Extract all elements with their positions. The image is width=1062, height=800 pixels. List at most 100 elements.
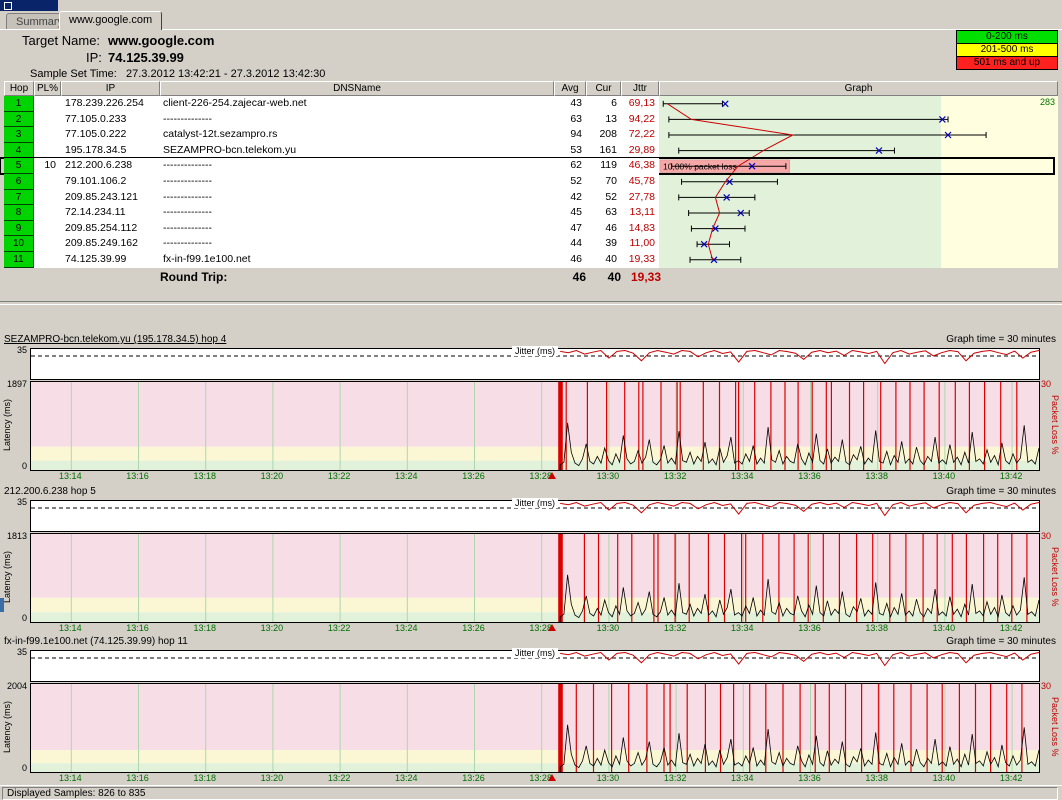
cur-cell: 70 (586, 174, 621, 190)
time-tick-label: 13:32 (664, 623, 687, 633)
pingplotter-window: Summary www.google.com Target Name: www.… (0, 0, 1062, 800)
time-tick-label: 13:38 (865, 471, 888, 481)
displayed-samples-status: Displayed Samples: 826 to 835 (2, 787, 1058, 800)
time-tick-label: 13:32 (664, 773, 687, 783)
dns-cell: fx-in-f99.1e100.net (160, 252, 554, 268)
ip-cell: 77.105.0.233 (61, 112, 160, 128)
dns-cell: -------------- (160, 190, 554, 206)
hop-row-3[interactable]: 377.105.0.222catalyst-12t.sezampro.rs942… (0, 127, 1054, 143)
hop-row-10[interactable]: 10209.85.249.162--------------443911,00 (0, 236, 1054, 252)
column-header-avg[interactable]: Avg (554, 81, 586, 96)
pl-cell (34, 112, 61, 128)
round-trip-avg: 46 (548, 270, 586, 284)
tab-www-google-com[interactable]: www.google.com (59, 11, 162, 30)
graph-time-label: Graph time = 30 minutes (946, 486, 1056, 497)
jttr-cell: 13,11 (621, 205, 659, 221)
hop-cell: 7 (4, 190, 34, 206)
time-tick-label: 13:20 (261, 471, 284, 481)
jttr-cell: 14,83 (621, 221, 659, 237)
pl-cell (34, 127, 61, 143)
pl-cell: 10 (34, 158, 61, 174)
latency-plot-canvas (31, 684, 1039, 772)
latency-plot[interactable] (30, 381, 1040, 471)
time-tick-label: 13:14 (59, 471, 82, 481)
hop-row-7[interactable]: 7209.85.243.121--------------425227,78 (0, 190, 1054, 206)
ip-label: IP: (86, 50, 102, 65)
time-tick-label: 13:14 (59, 773, 82, 783)
legend-red-label: 501 ms and up (974, 57, 1040, 68)
ip-cell: 79.101.106.2 (61, 174, 160, 190)
column-header-jttr[interactable]: Jttr (621, 81, 659, 96)
column-header-hop[interactable]: Hop (4, 81, 34, 96)
cur-cell: 52 (586, 190, 621, 206)
dns-cell: SEZAMPRO-bcn.telekom.yu (160, 143, 554, 159)
column-header-graph[interactable]: Graph (659, 81, 1058, 96)
column-header-dnsname[interactable]: DNSName (160, 81, 554, 96)
jttr-cell: 46,38 (621, 158, 659, 174)
time-tick-label: 13:40 (933, 471, 956, 481)
hop-row-2[interactable]: 277.105.0.233--------------631394,22 (0, 112, 1054, 128)
hop-cell: 1 (4, 96, 34, 112)
column-header-ip[interactable]: IP (61, 81, 160, 96)
avg-cell: 43 (554, 96, 586, 112)
focus-time-marker[interactable] (548, 472, 556, 479)
latency-plot[interactable] (30, 683, 1040, 773)
hop-row-8[interactable]: 872.14.234.11--------------456313,11 (0, 205, 1054, 221)
hop-row-6[interactable]: 679.101.106.2--------------527045,78 (0, 174, 1054, 190)
time-tick-label: 13:34 (731, 773, 754, 783)
pl-cell (34, 205, 61, 221)
time-tick-label: 13:26 (462, 773, 485, 783)
hop-row-9[interactable]: 9209.85.254.112--------------474614,83 (0, 221, 1054, 237)
pl-cell (34, 221, 61, 237)
hop-row-5[interactable]: 510212.200.6.238--------------6211946,38 (0, 158, 1054, 174)
latency-axis-title: Latency (ms) (2, 381, 13, 469)
time-tick-label: 13:30 (597, 773, 620, 783)
hop-cell: 3 (4, 127, 34, 143)
latency-plot[interactable] (30, 533, 1040, 623)
jitter-plot[interactable]: Jitter (ms) (30, 348, 1040, 380)
avg-cell: 52 (554, 174, 586, 190)
dns-cell: -------------- (160, 236, 554, 252)
timeline-graph-hop11: fx-in-f99.1e100.net (74.125.39.99) hop 1… (0, 636, 1062, 786)
avg-cell: 46 (554, 252, 586, 268)
hop-cell: 9 (4, 221, 34, 237)
column-header-pl%[interactable]: PL% (34, 81, 61, 96)
time-tick-label: 13:18 (193, 471, 216, 481)
target-name-value: www.google.com (108, 33, 214, 48)
pl-cell (34, 174, 61, 190)
latency-legend: 0-200 ms 201-500 ms 501 ms and up (956, 30, 1058, 70)
pl-cell (34, 143, 61, 159)
dns-cell: -------------- (160, 221, 554, 237)
column-header-cur[interactable]: Cur (586, 81, 621, 96)
hop-row-1[interactable]: 1178.239.226.254client-226-254.zajecar-w… (0, 96, 1054, 112)
tab-target-label: www.google.com (69, 14, 152, 26)
jitter-plot[interactable]: Jitter (ms) (30, 500, 1040, 532)
jttr-cell: 19,33 (621, 252, 659, 268)
jitter-max-label: 35 (0, 345, 27, 355)
time-tick-label: 13:30 (597, 471, 620, 481)
time-axis: 13:1413:1613:1813:2013:2213:2413:2613:28… (30, 773, 1038, 785)
status-bar: Displayed Samples: 826 to 835 (0, 785, 1062, 800)
time-tick-label: 13:30 (597, 623, 620, 633)
focus-time-marker[interactable] (548, 774, 556, 781)
time-tick-label: 13:34 (731, 623, 754, 633)
hop-row-11[interactable]: 1174.125.39.99fx-in-f99.1e100.net464019,… (0, 252, 1054, 268)
time-tick-label: 13:24 (395, 773, 418, 783)
ip-value: 74.125.39.99 (108, 50, 184, 65)
focus-time-marker[interactable] (548, 624, 556, 631)
timeline-title[interactable]: fx-in-f99.1e100.net (74.125.39.99) hop 1… (4, 636, 188, 647)
jttr-cell: 11,00 (621, 236, 659, 252)
time-tick-label: 13:18 (193, 623, 216, 633)
avg-cell: 63 (554, 112, 586, 128)
packet-loss-axis-title: Packet Loss % (1049, 533, 1060, 621)
jitter-plot[interactable]: Jitter (ms) (30, 650, 1040, 682)
legend-yellow-label: 201-500 ms (981, 44, 1034, 55)
hop-cell: 8 (4, 205, 34, 221)
ip-cell: 212.200.6.238 (61, 158, 160, 174)
timeline-title[interactable]: SEZAMPRO-bcn.telekom.yu (195.178.34.5) h… (4, 334, 226, 345)
time-tick-label: 13:22 (328, 773, 351, 783)
packet-loss-axis-title: Packet Loss % (1049, 683, 1060, 771)
splitter[interactable] (0, 301, 1062, 305)
timeline-title[interactable]: 212.200.6.238 hop 5 (4, 486, 96, 497)
hop-row-4[interactable]: 4195.178.34.5SEZAMPRO-bcn.telekom.yu5316… (0, 143, 1054, 159)
